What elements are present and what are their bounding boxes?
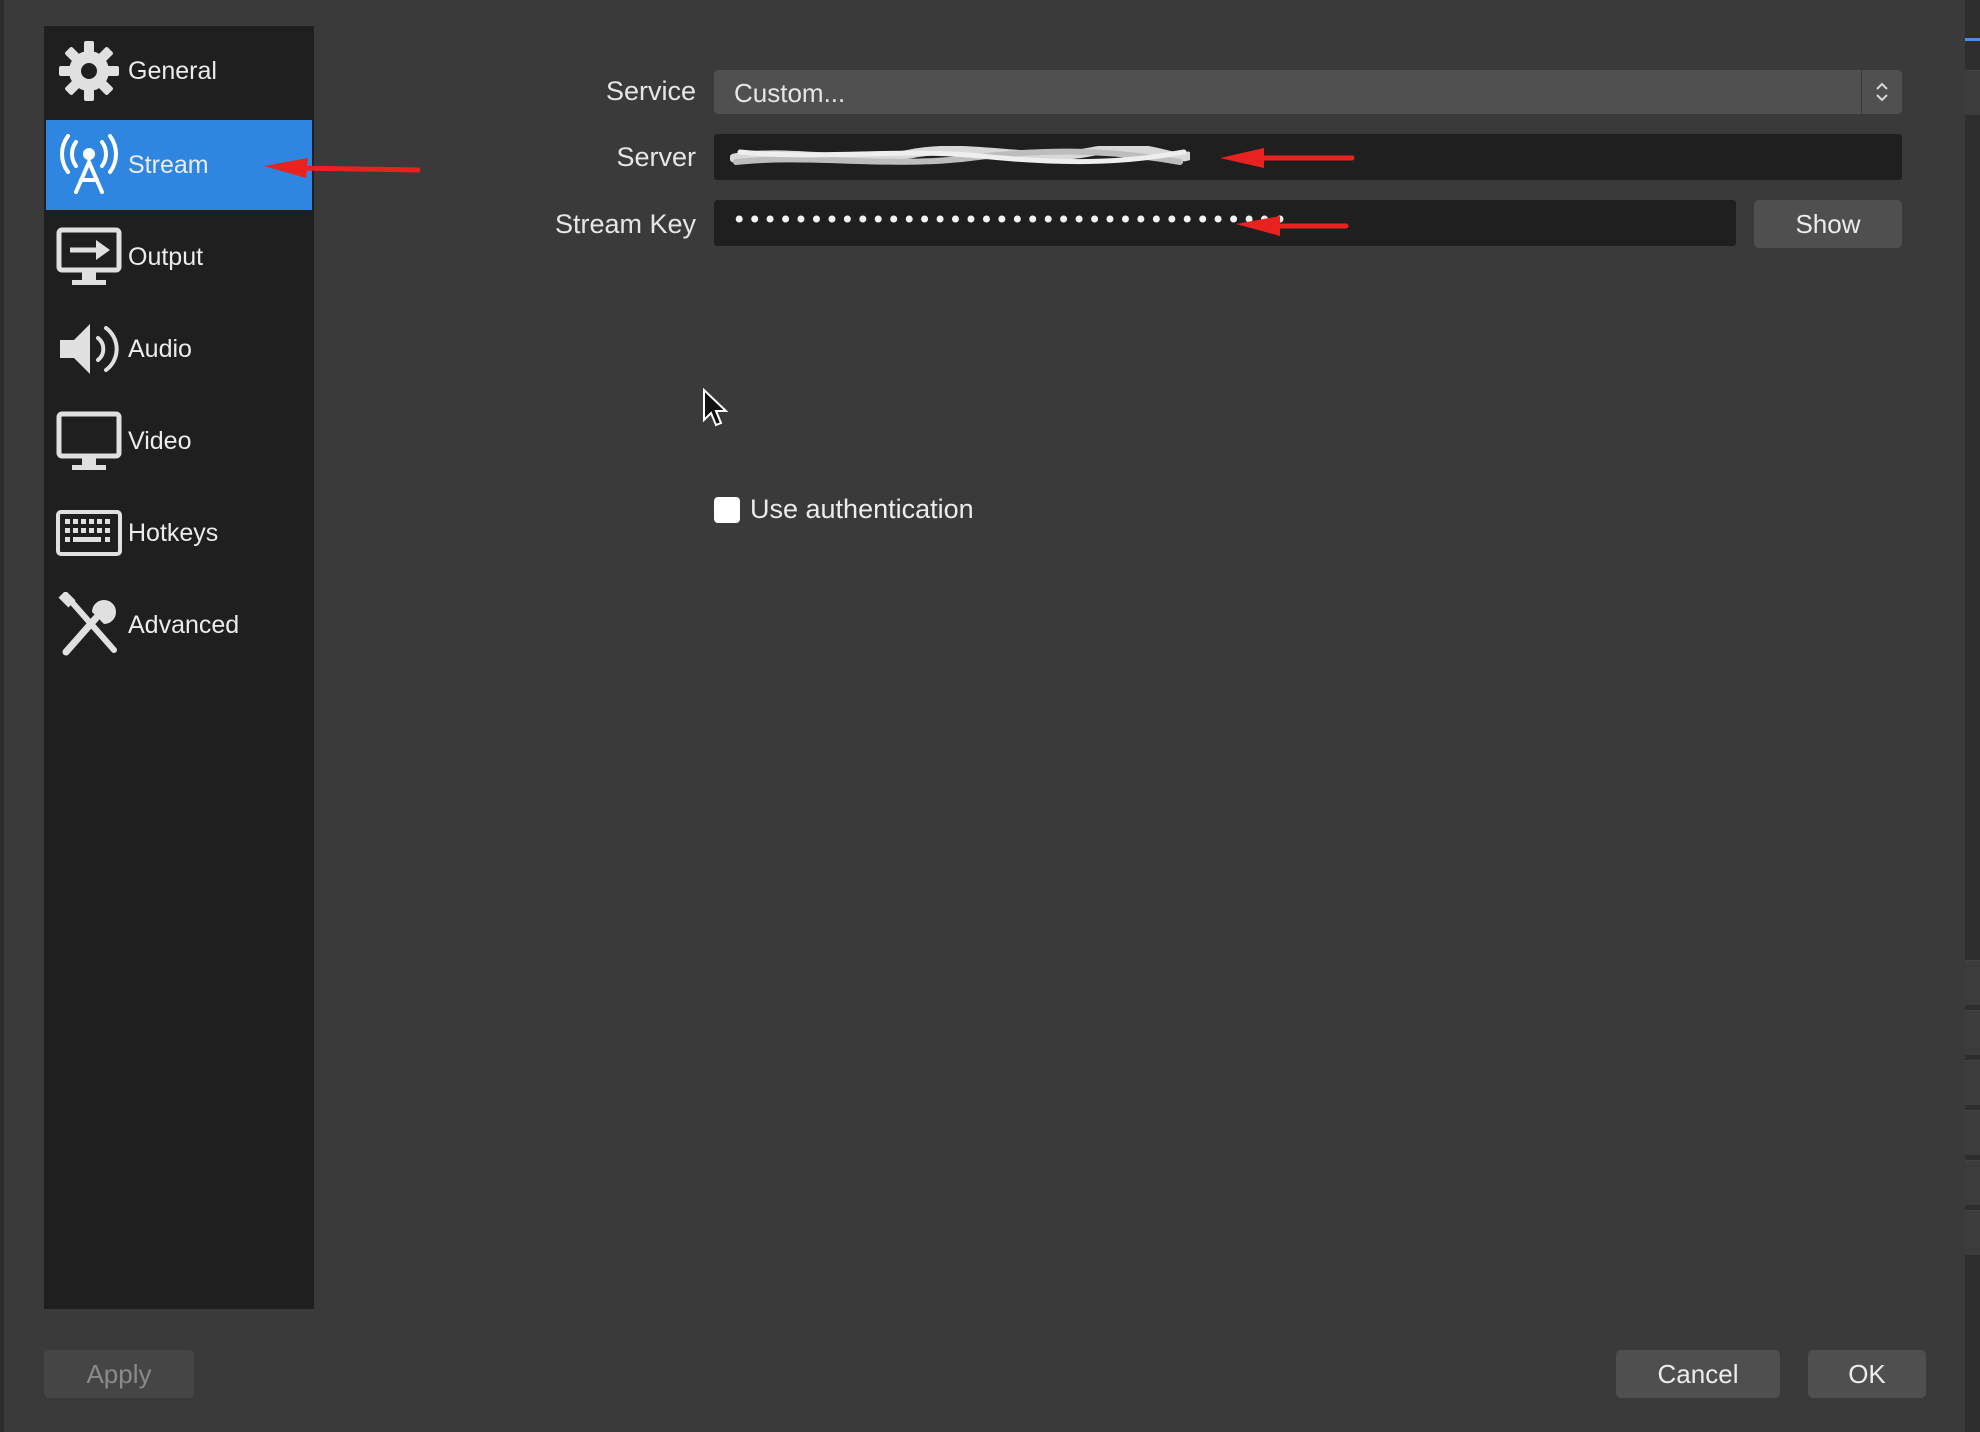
apply-button[interactable]: Apply: [44, 1350, 194, 1398]
speaker-icon: [56, 316, 122, 382]
tools-icon: [56, 592, 122, 658]
sidebar-item-label: Stream: [128, 150, 209, 179]
stream-key-value: ••••••••••••••••••••••••••••••••••••: [732, 206, 1289, 234]
background-window-accent: [1965, 38, 1980, 41]
sidebar-item-hotkeys[interactable]: Hotkeys: [46, 488, 312, 578]
broadcast-antenna-icon: [56, 132, 122, 198]
ok-button[interactable]: OK: [1808, 1350, 1926, 1398]
sidebar-item-label: Output: [128, 242, 204, 271]
sidebar-item-label: Advanced: [128, 610, 240, 639]
show-button[interactable]: Show: [1754, 200, 1902, 248]
sidebar-item-label: Video: [128, 426, 192, 455]
window-edge-left: [0, 0, 4, 1432]
sidebar-item-label: General: [128, 56, 217, 85]
sidebar-item-label: Hotkeys: [128, 518, 219, 547]
annotation-arrow-stream: [264, 158, 421, 178]
sidebar-item-general[interactable]: General: [46, 26, 312, 116]
annotation-arrow-server: [1220, 148, 1355, 168]
server-label: Server: [616, 142, 696, 172]
monitor-icon: [56, 408, 122, 474]
service-select[interactable]: Custom...: [714, 70, 1902, 114]
sidebar-item-video[interactable]: Video: [46, 396, 312, 486]
sidebar-item-output[interactable]: Output: [46, 212, 312, 302]
stream-key-field[interactable]: ••••••••••••••••••••••••••••••••••••: [714, 200, 1736, 246]
service-select-value: Custom...: [734, 78, 846, 108]
mouse-cursor-icon: [703, 388, 728, 427]
service-label: Service: [605, 76, 696, 106]
sidebar-item-label: Audio: [128, 334, 192, 363]
stream-key-label: Stream Key: [554, 209, 696, 239]
cancel-button[interactable]: Cancel: [1616, 1350, 1780, 1398]
use-authentication-label: Use authentication: [750, 494, 974, 524]
select-stepper-icon: [1861, 70, 1902, 114]
settings-sidebar: General Stream Output Audio Video Hotkey…: [44, 26, 314, 1309]
sidebar-item-advanced[interactable]: Advanced: [46, 580, 312, 670]
keyboard-icon: [56, 500, 122, 566]
gear-icon: [56, 38, 122, 104]
sidebar-item-audio[interactable]: Audio: [46, 304, 312, 394]
use-authentication-checkbox[interactable]: [714, 496, 740, 523]
window-edge-right: [1965, 0, 1980, 1432]
monitor-arrow-icon: [56, 224, 122, 290]
redacted-server-value: [730, 146, 1190, 165]
use-authentication-row[interactable]: Use authentication: [714, 494, 974, 525]
annotation-arrow-stream-key: [1236, 216, 1349, 236]
